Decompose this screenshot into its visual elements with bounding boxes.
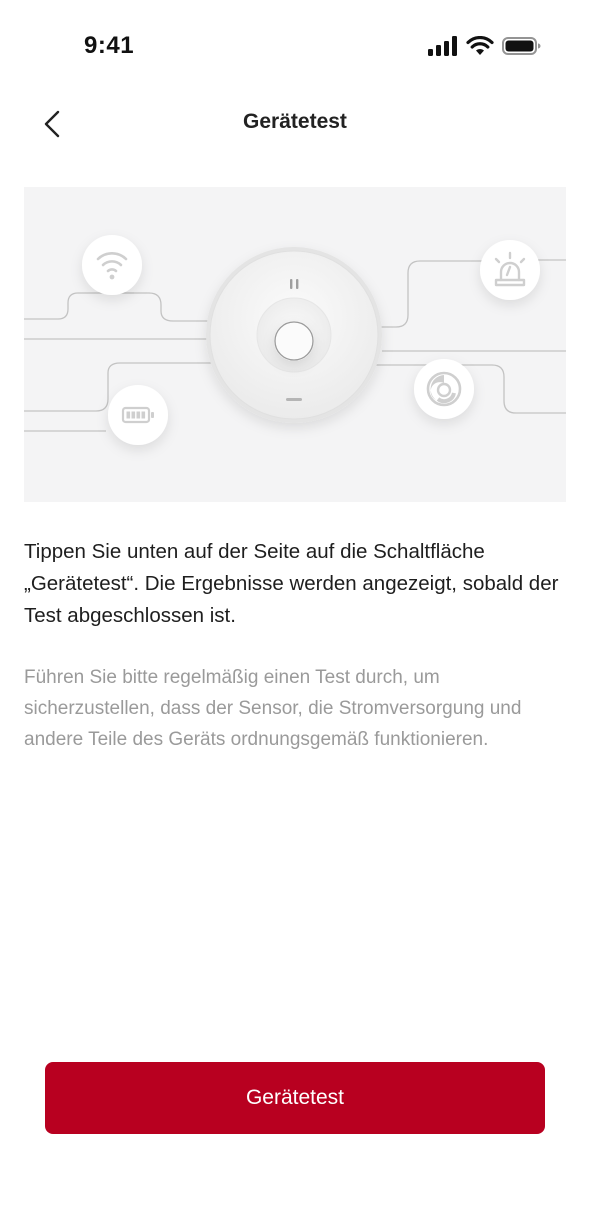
- page-title: Gerätetest: [243, 110, 347, 133]
- wifi-icon: [466, 36, 494, 55]
- device-test-button[interactable]: Gerätetest: [45, 1062, 545, 1134]
- smoke-detector-device: [206, 247, 382, 423]
- battery-bubble: [108, 385, 168, 445]
- battery-icon: [502, 37, 541, 55]
- nav-bar: Gerätetest: [0, 96, 590, 152]
- status-icons: [428, 34, 542, 58]
- instruction-text: Tippen Sie unten auf der Seite auf die S…: [24, 540, 559, 627]
- illustration-svg: [24, 235, 566, 445]
- status-time: 9:41: [84, 32, 135, 59]
- hint-text: Führen Sie bitte regelmäßig einen Test d…: [24, 667, 522, 750]
- cellular-signal-icon: [428, 36, 457, 56]
- smoke-sensor-bubble: [414, 359, 474, 419]
- status-bar: 9:41: [0, 0, 590, 90]
- device-illustration: [24, 187, 566, 502]
- siren-bubble: [480, 240, 540, 300]
- wifi-bubble: [82, 235, 142, 295]
